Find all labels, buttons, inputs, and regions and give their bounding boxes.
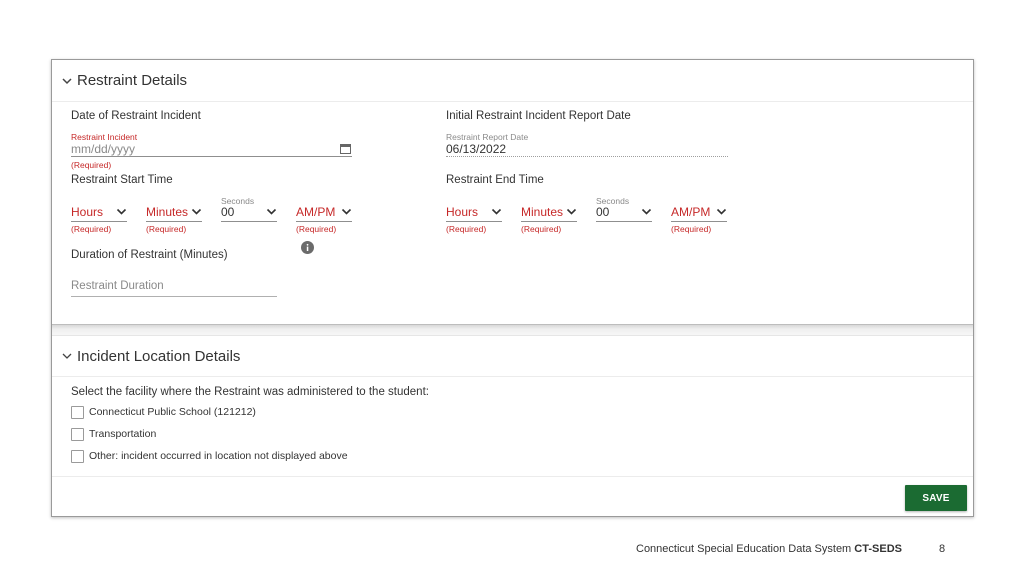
- checkbox-label: Transportation: [89, 428, 157, 440]
- facility-option-transportation[interactable]: Transportation: [71, 427, 156, 441]
- end-minutes-underline: [521, 221, 577, 222]
- end-hours-underline: [446, 221, 502, 222]
- start-ampm-select[interactable]: AM/PM: [296, 202, 352, 222]
- end-minutes-label: Minutes: [521, 205, 564, 219]
- chevron-down-icon: [266, 208, 277, 215]
- end-hours-select[interactable]: Hours: [446, 202, 502, 222]
- required-text: (Required): [671, 224, 712, 234]
- save-button[interactable]: SAVE: [905, 485, 967, 511]
- info-icon[interactable]: [301, 241, 314, 254]
- report-date-label: Restraint Report Date: [446, 132, 529, 142]
- section-title: Restraint Details: [77, 72, 188, 89]
- chevron-down-icon: [191, 208, 202, 215]
- start-hours-select[interactable]: Hours: [71, 202, 127, 222]
- end-minutes-select[interactable]: Minutes: [521, 202, 577, 222]
- end-time-heading: Restraint End Time: [446, 174, 544, 186]
- date-input-underline: [71, 156, 352, 157]
- checkbox[interactable]: [71, 449, 84, 463]
- checkbox-label: Connecticut Public School (121212): [89, 406, 256, 418]
- facility-option-other[interactable]: Other: incident occurred in location not…: [71, 449, 348, 463]
- duration-heading: Duration of Restraint (Minutes): [71, 249, 228, 261]
- end-ampm-underline: [671, 221, 727, 222]
- start-hours-label: Hours: [71, 205, 104, 219]
- start-hours-underline: [71, 221, 127, 222]
- chevron-down-icon: [341, 208, 352, 215]
- slide-footer: Connecticut Special Education Data Syste…: [636, 543, 902, 555]
- date-heading: Date of Restraint Incident: [71, 110, 201, 122]
- chevron-down-icon: [62, 77, 72, 84]
- duration-underline: [71, 296, 277, 297]
- restraint-details-header[interactable]: Restraint Details: [52, 60, 973, 102]
- system-acronym: CT-SEDS: [854, 543, 902, 555]
- date-field-label: Restraint Incident: [71, 132, 138, 142]
- report-date-heading: Initial Restraint Incident Report Date: [446, 110, 631, 122]
- end-hours-label: Hours: [446, 205, 479, 219]
- required-text: (Required): [71, 160, 112, 170]
- report-date-underline: [446, 156, 728, 157]
- checkbox[interactable]: [71, 405, 84, 419]
- start-time-heading: Restraint Start Time: [71, 174, 173, 186]
- required-text: (Required): [521, 224, 562, 234]
- form-footer-divider: [52, 476, 973, 477]
- required-text: (Required): [446, 224, 487, 234]
- end-ampm-select[interactable]: AM/PM: [671, 202, 727, 222]
- report-date-value: 06/13/2022: [446, 142, 507, 156]
- checkbox-label: Other: incident occurred in location not…: [89, 450, 348, 462]
- duration-input[interactable]: Restraint Duration: [71, 280, 164, 292]
- section-title: Incident Location Details: [77, 347, 241, 365]
- end-ampm-label: AM/PM: [671, 205, 711, 219]
- start-seconds-value: 00: [221, 205, 235, 219]
- chevron-down-icon: [641, 208, 652, 215]
- chevron-down-icon: [566, 208, 577, 215]
- facility-prompt: Select the facility where the Restraint …: [71, 386, 429, 398]
- facility-option-public-school[interactable]: Connecticut Public School (121212): [71, 405, 256, 419]
- end-seconds-underline: [596, 221, 652, 222]
- start-seconds-select[interactable]: 00: [221, 202, 277, 222]
- chevron-down-icon: [62, 353, 72, 359]
- end-seconds-select[interactable]: 00: [596, 202, 652, 222]
- calendar-icon[interactable]: [340, 143, 351, 154]
- start-ampm-underline: [296, 221, 352, 222]
- start-minutes-underline: [146, 221, 202, 222]
- chevron-down-icon: [116, 208, 127, 215]
- start-minutes-label: Minutes: [146, 205, 189, 219]
- required-text: (Required): [296, 224, 337, 234]
- location-details-header[interactable]: Incident Location Details: [52, 336, 973, 377]
- page-number: 8: [939, 543, 946, 555]
- restraint-form-panel: Restraint Details Date of Restraint Inci…: [51, 59, 974, 517]
- start-minutes-select[interactable]: Minutes: [146, 202, 202, 222]
- end-seconds-value: 00: [596, 205, 610, 219]
- system-name: Connecticut Special Education Data Syste…: [636, 543, 852, 555]
- start-ampm-label: AM/PM: [296, 205, 336, 219]
- date-input[interactable]: mm/dd/yyyy: [71, 142, 135, 156]
- section-divider: [52, 324, 973, 336]
- required-text: (Required): [71, 224, 112, 234]
- chevron-down-icon: [716, 208, 727, 215]
- chevron-down-icon: [491, 208, 502, 215]
- required-text: (Required): [146, 224, 187, 234]
- checkbox[interactable]: [71, 427, 84, 441]
- start-seconds-underline: [221, 221, 277, 222]
